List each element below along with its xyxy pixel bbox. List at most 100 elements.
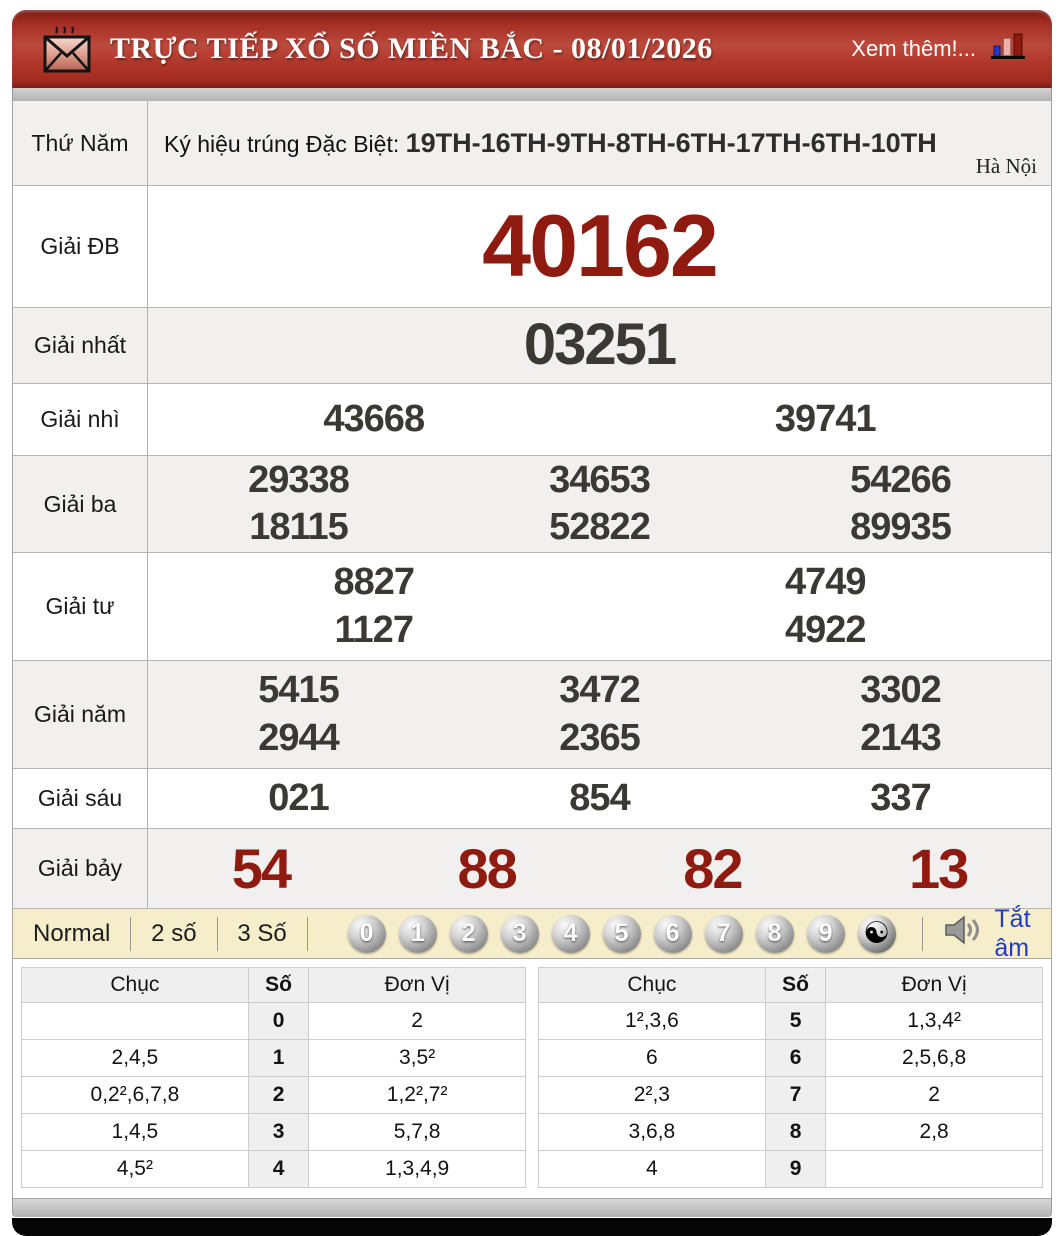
- table-row: 3,6,8 8 2,8: [539, 1114, 1043, 1151]
- digit-ball-7[interactable]: 7: [705, 915, 743, 953]
- digit-ball-2[interactable]: 2: [450, 915, 488, 953]
- units-cell: 1,2²,7²: [309, 1077, 526, 1114]
- footer-black-bar: [12, 1218, 1052, 1236]
- tens-cell: 4: [539, 1151, 766, 1188]
- yin-yang-icon[interactable]: ☯: [858, 915, 896, 953]
- prize-label: Giải nhì: [13, 384, 148, 455]
- prize-number: 854: [569, 775, 629, 823]
- col-header-digit: Số: [765, 968, 825, 1003]
- prize-number: 82: [683, 838, 741, 900]
- prize-row-seventh: Giải bảy 54 88 82 13: [13, 829, 1051, 909]
- mute-button[interactable]: Tắt âm: [944, 905, 1051, 963]
- prize-row-fifth: Giải năm 5415 3472 3302 2944 2365 2143: [13, 661, 1051, 769]
- prize-row-third: Giải ba 29338 34653 54266 18115 52822 89…: [13, 456, 1051, 553]
- see-more-label[interactable]: Xem thêm!...: [851, 36, 976, 62]
- units-cell: 1,3,4,9: [309, 1151, 526, 1188]
- results-panel: Thứ Năm Ký hiệu trúng Đặc Biệt: 19TH-16T…: [12, 101, 1052, 1199]
- tens-cell: 4,5²: [22, 1151, 249, 1188]
- digit-cell: 3: [248, 1114, 308, 1151]
- digit-ball-0[interactable]: 0: [348, 915, 386, 953]
- mute-label[interactable]: Tắt âm: [994, 905, 1051, 963]
- digit-cell: 4: [248, 1151, 308, 1188]
- prize-number: 40162: [482, 198, 717, 295]
- controls-bar: Normal 2 số 3 Số 0 1 2 3 4 5 6 7 8 9 ☯: [13, 909, 1051, 959]
- prize-row-sixth: Giải sáu 021 854 337: [13, 769, 1051, 829]
- table-row: 2,4,5 1 3,5²: [22, 1040, 526, 1077]
- prize-number: 13: [909, 838, 967, 900]
- mode-3-digits[interactable]: 3 Số: [217, 920, 306, 948]
- prize-number: 2365: [559, 715, 640, 763]
- col-header-units: Đơn Vị: [309, 968, 526, 1003]
- prize-number: 2944: [258, 715, 339, 763]
- prize-number: 4749: [785, 559, 866, 607]
- table-header-row: Chục Số Đơn Vị: [539, 968, 1043, 1003]
- prize-number: 52822: [549, 504, 650, 552]
- special-sign-text: Ký hiệu trúng Đặc Biệt: 19TH-16TH-9TH-8T…: [148, 113, 1051, 173]
- digit-ball-5[interactable]: 5: [603, 915, 641, 953]
- tens-cell: [22, 1003, 249, 1040]
- header-bar: TRỰC TIẾP XỔ SỐ MIỀN BẮC - 08/01/2026 Xe…: [12, 10, 1052, 88]
- tens-cell: 0,2²,6,7,8: [22, 1077, 249, 1114]
- digit-ball-9[interactable]: 9: [807, 915, 845, 953]
- mode-2-digits[interactable]: 2 số: [131, 920, 216, 948]
- digit-cell: 2: [248, 1077, 308, 1114]
- page-title: TRỰC TIẾP XỔ SỐ MIỀN BẮC - 08/01/2026: [110, 32, 713, 66]
- prize-row-second: Giải nhì 43668 39741: [13, 384, 1051, 456]
- speaker-icon[interactable]: [944, 914, 982, 953]
- prize-label: Giải năm: [13, 661, 148, 768]
- digit-cell: 8: [765, 1114, 825, 1151]
- table-row: 0 2: [22, 1003, 526, 1040]
- table-row: 0,2²,6,7,8 2 1,2²,7²: [22, 1077, 526, 1114]
- special-sign-label: Ký hiệu trúng Đặc Biệt:: [164, 131, 406, 157]
- col-header-tens: Chục: [22, 968, 249, 1003]
- table-row: 1²,3,6 5 1,3,4²: [539, 1003, 1043, 1040]
- digit-ball-3[interactable]: 3: [501, 915, 539, 953]
- tens-cell: 6: [539, 1040, 766, 1077]
- bar-chart-icon[interactable]: [990, 31, 1026, 67]
- mode-normal[interactable]: Normal: [13, 920, 130, 948]
- footer-gray-bar: [12, 1199, 1052, 1217]
- envelope-icon: [42, 24, 92, 81]
- digit-cell: 0: [248, 1003, 308, 1040]
- region-label: Hà Nội: [976, 154, 1037, 179]
- digit-summary-section: Chục Số Đơn Vị 0 2 2,4,5 1 3,5² 0,2²,6,7…: [13, 959, 1051, 1198]
- header-shadow-strip: [12, 88, 1052, 101]
- prize-label: Giải ĐB: [13, 186, 148, 307]
- digit-ball-8[interactable]: 8: [756, 915, 794, 953]
- prize-number: 29338: [248, 457, 349, 505]
- table-row: 6 6 2,5,6,8: [539, 1040, 1043, 1077]
- prize-number: 88: [457, 838, 515, 900]
- prize-number: 1127: [335, 607, 413, 655]
- prize-number: 337: [870, 775, 930, 823]
- tens-cell: 2²,3: [539, 1077, 766, 1114]
- table-row: 1,4,5 3 5,7,8: [22, 1114, 526, 1151]
- digit-cell: 1: [248, 1040, 308, 1077]
- tens-cell: 3,6,8: [539, 1114, 766, 1151]
- prize-number: 8827: [333, 559, 414, 607]
- see-more-link[interactable]: Xem thêm!...: [851, 31, 1026, 67]
- prize-number: 021: [268, 775, 328, 823]
- col-header-digit: Số: [248, 968, 308, 1003]
- digit-table-right: Chục Số Đơn Vị 1²,3,6 5 1,3,4² 6 6 2,5,6…: [538, 967, 1043, 1188]
- digit-ball-4[interactable]: 4: [552, 915, 590, 953]
- tens-cell: 1,4,5: [22, 1114, 249, 1151]
- prize-label: Giải bảy: [13, 829, 148, 908]
- units-cell: 2,8: [826, 1114, 1043, 1151]
- digit-table-left: Chục Số Đơn Vị 0 2 2,4,5 1 3,5² 0,2²,6,7…: [21, 967, 526, 1188]
- prize-number: 5415: [258, 667, 339, 715]
- table-row: 4 9: [539, 1151, 1043, 1188]
- digit-cell: 9: [765, 1151, 825, 1188]
- col-header-units: Đơn Vị: [826, 968, 1043, 1003]
- table-row: 4,5² 4 1,3,4,9: [22, 1151, 526, 1188]
- digit-ball-1[interactable]: 1: [399, 915, 437, 953]
- prize-number: 34653: [549, 457, 650, 505]
- units-cell: 3,5²: [309, 1040, 526, 1077]
- prize-number: 39741: [775, 396, 876, 444]
- prize-label: Giải tư: [13, 553, 148, 660]
- lottery-widget: TRỰC TIẾP XỔ SỐ MIỀN BẮC - 08/01/2026 Xe…: [0, 0, 1064, 1236]
- prize-number: 43668: [323, 396, 424, 444]
- prize-number: 4922: [785, 607, 866, 655]
- special-sign-codes: 19TH-16TH-9TH-8TH-6TH-17TH-6TH-10TH: [406, 128, 937, 158]
- digit-ball-6[interactable]: 6: [654, 915, 692, 953]
- prize-row-first: Giải nhất 03251: [13, 308, 1051, 384]
